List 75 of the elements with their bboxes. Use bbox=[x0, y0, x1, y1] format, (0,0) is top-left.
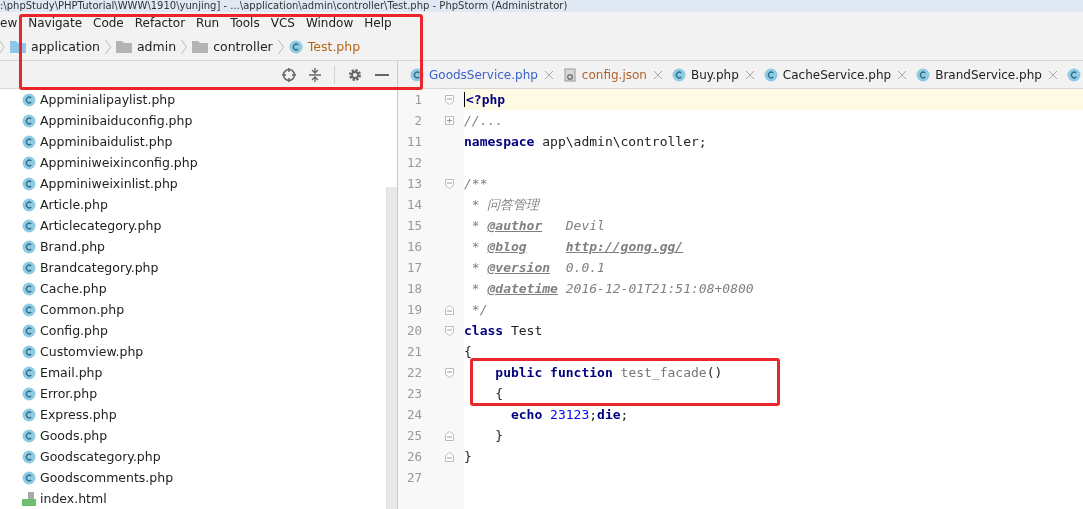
menu-item[interactable]: Tools bbox=[230, 15, 260, 30]
file-tree-item[interactable]: Appminibaiduconfig.php bbox=[40, 113, 193, 128]
menu-item[interactable]: Window bbox=[305, 15, 354, 30]
file-tree-item[interactable]: Config.php bbox=[40, 323, 108, 338]
editor-tab[interactable]: BrandService.php bbox=[916, 67, 1057, 82]
code-line: class Test bbox=[464, 323, 543, 338]
file-tree-item[interactable]: Goodscomments.php bbox=[40, 470, 174, 485]
line-number: 15 bbox=[405, 218, 422, 233]
file-tree-item[interactable]: Articlecategory.php bbox=[40, 218, 162, 233]
line-number: 26 bbox=[405, 449, 422, 464]
line-number: 25 bbox=[405, 428, 422, 443]
line-number: 2 bbox=[413, 113, 422, 128]
code-line: * @version 0.0.1 bbox=[470, 260, 605, 275]
code-line: } bbox=[494, 428, 504, 443]
breadcrumb-item[interactable]: controller bbox=[213, 39, 273, 54]
breadcrumb-item[interactable]: Test.php bbox=[307, 39, 361, 54]
code-line: /** bbox=[464, 176, 488, 191]
line-number: 17 bbox=[405, 260, 422, 275]
editor-tab[interactable]: config.json bbox=[562, 67, 662, 82]
line-number: 11 bbox=[405, 134, 422, 149]
line-number: 14 bbox=[405, 197, 422, 212]
menu-item[interactable]: VCS bbox=[270, 15, 295, 30]
code-line: * @author Devil bbox=[470, 218, 605, 233]
menu-item[interactable]: Navigate bbox=[28, 15, 83, 30]
code-line: } bbox=[464, 449, 472, 464]
line-number: 22 bbox=[405, 365, 422, 380]
code-line: * @datetime 2016-12-01T21:51:08+0800 bbox=[470, 281, 754, 296]
file-tree-item[interactable]: Brandcategory.php bbox=[40, 260, 159, 275]
file-tree-item[interactable]: Goodscategory.php bbox=[40, 449, 161, 464]
line-number: 16 bbox=[405, 239, 422, 254]
file-tree-item[interactable]: Common.php bbox=[40, 302, 125, 317]
file-tree-item[interactable]: Goods.php bbox=[40, 428, 108, 443]
line-number: 19 bbox=[405, 302, 422, 317]
window-title: :\phpStudy\PHPTutorial\WWW\1910\yunjing] - ...\application\admin\controller\Test.php - PhpStorm (Administrator) bbox=[0, 0, 1083, 12]
code-line: { bbox=[464, 344, 472, 359]
code-line: echo 23123;die; bbox=[509, 407, 629, 422]
line-number: 24 bbox=[405, 407, 422, 422]
code-line: //... bbox=[464, 113, 504, 128]
file-tree-item[interactable]: Brand.php bbox=[40, 239, 105, 254]
editor-tab[interactable]: Buy.php bbox=[671, 67, 754, 82]
line-number: 13 bbox=[405, 176, 422, 191]
line-number: 18 bbox=[405, 281, 422, 296]
line-number: 12 bbox=[405, 155, 422, 170]
code-line: { bbox=[494, 386, 504, 401]
breadcrumb-item[interactable]: admin bbox=[136, 39, 177, 54]
line-number: 23 bbox=[405, 386, 422, 401]
editor-tab[interactable]: CacheService.php bbox=[763, 67, 907, 82]
menu-item[interactable]: Help bbox=[364, 15, 392, 30]
code-line: public function test_facade() bbox=[494, 365, 723, 380]
file-tree-item[interactable]: Customview.php bbox=[40, 344, 144, 359]
file-tree-item[interactable]: Email.php bbox=[40, 365, 103, 380]
file-tree-item[interactable]: Appminiweixinconfig.php bbox=[40, 155, 198, 170]
code-line: */ bbox=[470, 302, 488, 317]
code-line: <?php bbox=[466, 92, 506, 107]
code-line: * @blog http://gong.gg/ bbox=[470, 239, 684, 254]
file-tree-item[interactable]: Appminibaidulist.php bbox=[40, 134, 173, 149]
menu-item[interactable]: ew bbox=[0, 15, 18, 30]
file-tree-item[interactable]: Cache.php bbox=[40, 281, 107, 296]
file-tree-item[interactable]: Error.php bbox=[40, 386, 98, 401]
file-tree-item[interactable]: Appminiweixinlist.php bbox=[40, 176, 178, 191]
line-number: 20 bbox=[405, 323, 422, 338]
breadcrumb-item[interactable]: application bbox=[31, 39, 100, 54]
editor-tab[interactable]: GoodsService.php bbox=[410, 67, 553, 82]
line-number: 21 bbox=[405, 344, 422, 359]
menu-item[interactable]: Refactor bbox=[134, 15, 186, 30]
file-tree-item[interactable]: Express.php bbox=[40, 407, 117, 422]
file-tree-item[interactable]: index.html bbox=[40, 491, 107, 506]
line-number: 27 bbox=[405, 470, 422, 485]
menu-item[interactable]: Code bbox=[93, 15, 124, 30]
file-tree-item[interactable]: Appminialipaylist.php bbox=[40, 92, 176, 107]
code-line: namespace app\admin\controller; bbox=[464, 134, 707, 149]
file-tree-item[interactable]: Article.php bbox=[40, 197, 108, 212]
menu-item[interactable]: Run bbox=[196, 15, 220, 30]
line-number: 1 bbox=[413, 92, 422, 107]
code-line: * 问答管理 bbox=[470, 195, 540, 214]
